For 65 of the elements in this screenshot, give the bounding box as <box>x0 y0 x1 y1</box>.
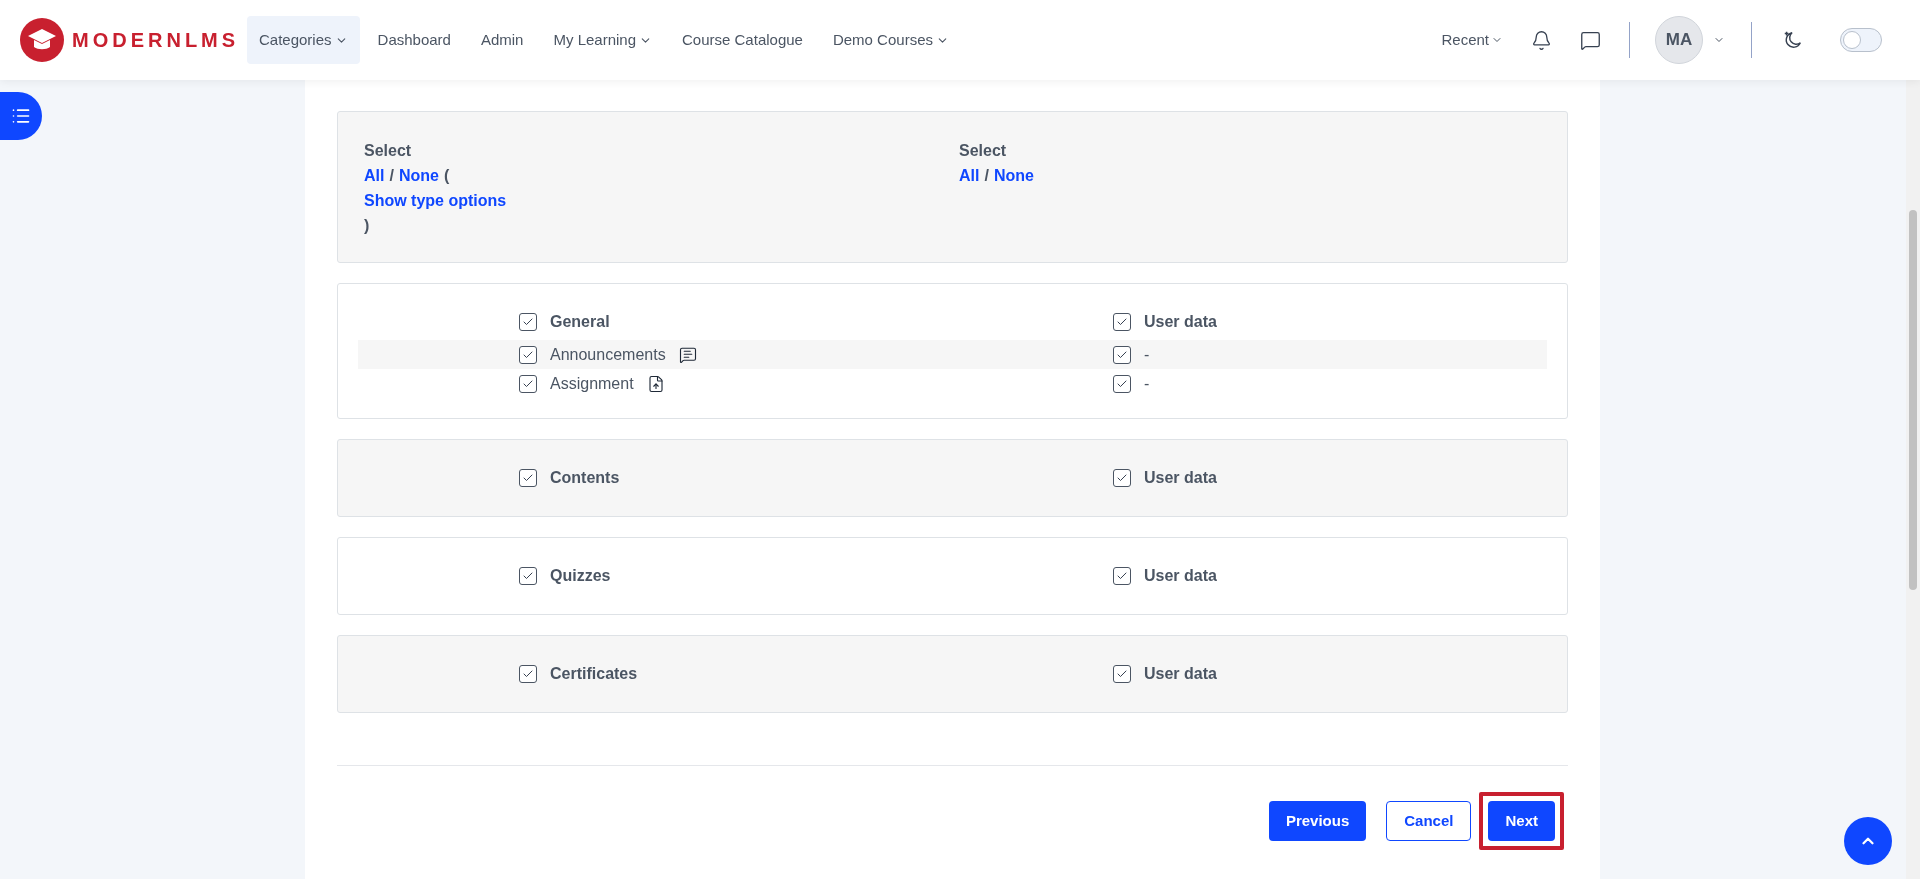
select-label: Select <box>364 141 412 161</box>
checkbox[interactable] <box>519 313 537 331</box>
checkmark-icon <box>522 316 534 328</box>
separator-text: / <box>389 166 394 186</box>
form-button[interactable]: Cancel <box>1386 801 1472 841</box>
user-data-label: User data <box>1144 566 1217 586</box>
moon-stars-icon <box>1782 29 1804 51</box>
sidebar-toggle-button[interactable] <box>0 92 42 140</box>
user-data-value: - <box>1144 344 1150 365</box>
form-button[interactable]: Next <box>1488 801 1555 841</box>
show-type-options-link[interactable]: Show type options <box>364 188 507 213</box>
user-avatar[interactable]: MA <box>1655 16 1703 64</box>
graduation-cap-logo-icon <box>20 18 64 62</box>
nav-menu-item[interactable]: Admin <box>468 16 536 64</box>
checkbox[interactable] <box>1113 469 1131 487</box>
checkmark-icon <box>522 570 534 582</box>
user-data-label: User data <box>1144 664 1217 684</box>
checkbox[interactable] <box>519 469 537 487</box>
checkbox[interactable] <box>519 567 537 585</box>
select-all-link[interactable]: All <box>959 163 980 188</box>
checkbox[interactable] <box>519 345 537 364</box>
user-data-label: User data <box>1144 468 1217 488</box>
select-none-link[interactable]: None <box>993 163 1034 188</box>
section-title: Contents <box>550 468 620 488</box>
section-title: General <box>550 312 610 332</box>
checkmark-icon <box>522 472 534 484</box>
recent-menu[interactable]: Recent <box>1441 28 1503 52</box>
nav-menu-item[interactable]: My Learning <box>541 16 664 64</box>
checkmark-icon <box>1116 668 1128 680</box>
back-to-top-button[interactable] <box>1844 817 1892 865</box>
section-title: Quizzes <box>550 566 611 586</box>
activity-label: Announcements <box>550 344 666 365</box>
checkbox[interactable] <box>1113 374 1131 393</box>
checkbox[interactable] <box>1113 567 1131 585</box>
checkmark-icon <box>522 668 534 680</box>
paren-text: ) <box>364 216 370 236</box>
checkbox[interactable] <box>1113 345 1131 364</box>
logo-text: MODERNLMS <box>72 28 240 53</box>
checkmark-icon <box>1116 472 1128 484</box>
checkbox[interactable] <box>519 665 537 683</box>
forum-icon <box>678 345 697 364</box>
menu-icon <box>11 106 31 126</box>
separator-text: / <box>984 166 989 186</box>
nav-menu-item[interactable]: Dashboard <box>365 16 463 64</box>
message-icon[interactable] <box>1580 29 1601 51</box>
checkmark-icon <box>1116 316 1128 328</box>
section-title: Certificates <box>550 664 638 684</box>
checkmark-icon <box>1116 570 1128 582</box>
file-upload-icon <box>646 374 665 393</box>
user-data-label: User data <box>1144 312 1217 332</box>
nav-menu-item[interactable]: Categories <box>247 16 360 64</box>
select-all-link[interactable]: All <box>364 163 385 188</box>
select-label: Select <box>959 141 1007 161</box>
dark-mode-toggle[interactable] <box>1840 28 1882 52</box>
notification-bell-icon[interactable] <box>1531 29 1552 51</box>
user-data-value: - <box>1144 373 1150 394</box>
checkbox[interactable] <box>1113 313 1131 331</box>
select-none-link[interactable]: None <box>398 163 439 188</box>
nav-menu-item[interactable]: Demo Courses <box>820 16 961 64</box>
checkbox[interactable] <box>1113 665 1131 683</box>
checkbox[interactable] <box>519 374 537 393</box>
nav-menu-item[interactable]: Course Catalogue <box>670 16 815 64</box>
form-button[interactable]: Previous <box>1268 801 1367 841</box>
activity-label: Assignment <box>550 373 634 394</box>
paren-text: ( <box>443 166 450 186</box>
